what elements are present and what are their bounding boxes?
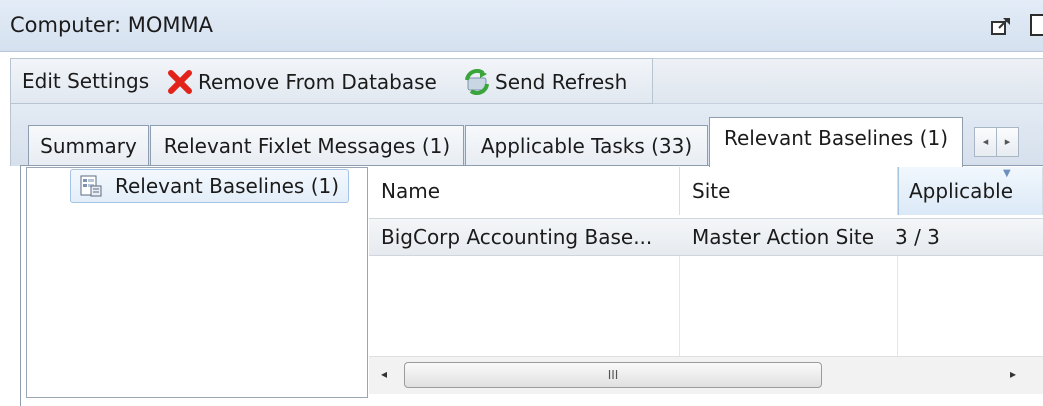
tab-relevant-baselines[interactable]: Relevant Baselines (1) [709,117,963,167]
tab-relevant-fixlet-messages[interactable]: Relevant Fixlet Messages (1) [150,125,464,165]
tree-item-relevant-baselines[interactable]: Relevant Baselines (1) [70,169,349,203]
column-header-site[interactable]: Site [680,167,898,215]
tab-label: Applicable Tasks (33) [480,134,693,158]
send-refresh-button[interactable]: Send Refresh [463,68,628,96]
column-header-label: Name [381,179,441,203]
tab-label: Relevant Baselines (1) [723,126,949,150]
scrollbar-thumb[interactable]: III [404,362,822,388]
edit-settings-button[interactable]: Edit Settings [22,69,149,93]
tab-scroll-right-button[interactable]: ▸ [996,127,1019,157]
tab-summary[interactable]: Summary [28,125,149,165]
tab-applicable-tasks[interactable]: Applicable Tasks (33) [465,125,708,165]
column-header-name[interactable]: Name [369,167,680,215]
edit-settings-label: Edit Settings [22,69,150,93]
tab-scroll-right-icon: ▸ [1004,135,1011,148]
toolbar: Edit Settings Remove From Database Send … [10,58,653,104]
cell-site: Master Action Site [692,225,875,249]
baseline-icon [79,174,103,198]
remove-x-icon [166,69,194,95]
tree-item-label: Relevant Baselines (1) [115,174,340,198]
tab-label: Relevant Fixlet Messages (1) [163,134,451,158]
column-header-label: Applicable [909,179,1013,203]
tab-scroll-left-button[interactable]: ◂ [974,127,997,157]
window-title: Computer: MOMMA [10,13,214,37]
tab-label: Summary [40,134,137,158]
sort-descending-icon: ▼ [1003,168,1011,179]
send-refresh-label: Send Refresh [495,70,628,94]
remove-from-database-button[interactable]: Remove From Database [166,69,437,95]
tab-scroll-left-icon: ◂ [982,135,989,148]
scrollbar-grip: III [607,368,619,382]
popout-icon[interactable] [990,16,1012,36]
column-divider [679,256,680,366]
scroll-right-icon[interactable]: ▸ [1010,367,1016,381]
column-header-label: Site [692,179,731,203]
cell-name: BigCorp Accounting Base... [381,225,653,249]
column-divider [897,256,898,366]
toolbar-empty-area [653,58,1043,104]
refresh-icon [463,68,491,96]
cell-applicable: 3 / 3 [895,225,940,249]
horizontal-scrollbar[interactable]: ◂ III ▸ [369,356,1043,394]
scroll-left-icon[interactable]: ◂ [381,367,387,381]
window-titlebar: Computer: MOMMA [0,0,1043,52]
restore-window-icon[interactable] [1030,14,1043,36]
column-header-applicable[interactable]: Applicable [898,167,1043,215]
remove-from-database-label: Remove From Database [198,70,437,94]
